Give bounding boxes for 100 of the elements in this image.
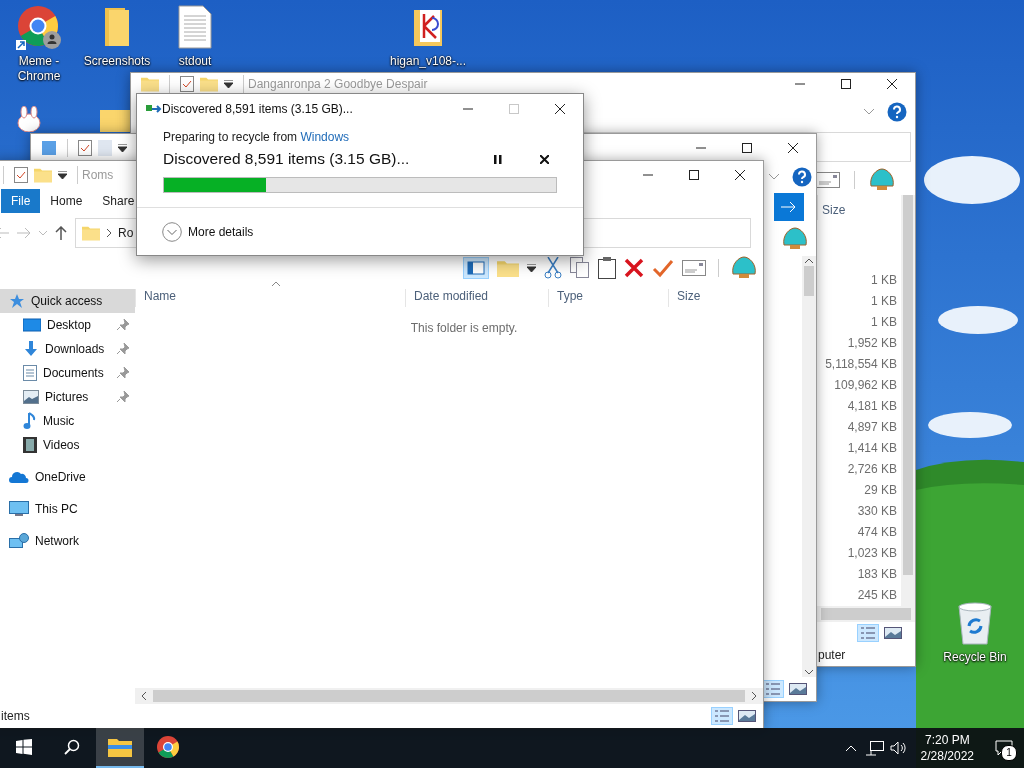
status-text: puter	[818, 648, 846, 662]
caret-icon[interactable]	[224, 80, 233, 88]
pause-icon	[494, 154, 502, 164]
large-icons-view-icon[interactable]	[788, 681, 808, 697]
vertical-scrollbar[interactable]	[802, 256, 816, 677]
nav-label: Videos	[43, 438, 81, 452]
more-details-button[interactable]: More details	[162, 221, 254, 242]
shell-icon[interactable]	[782, 227, 808, 251]
nav-label: Music	[43, 414, 76, 428]
delete-x-icon[interactable]	[624, 258, 644, 278]
size-cell-text: 474 KB	[857, 524, 898, 541]
dropdown-caret-icon[interactable]	[527, 264, 536, 272]
maximize-icon	[689, 170, 699, 180]
network-icon	[865, 740, 884, 756]
size-cell-text: 1,414 KB	[847, 440, 898, 457]
up-arrow-icon[interactable]	[55, 226, 67, 240]
clipboard-icon[interactable]	[598, 257, 616, 279]
folder-icon	[141, 76, 159, 92]
preview-pane-icon[interactable]	[463, 257, 489, 279]
scissors-icon[interactable]	[544, 257, 562, 279]
chrome-shortcut-icon[interactable]	[16, 4, 62, 50]
taskbar-app-button[interactable]	[96, 728, 144, 768]
vertical-scrollbar[interactable]	[901, 195, 915, 606]
pin-icon[interactable]	[117, 391, 129, 403]
chrome-icon	[156, 735, 180, 759]
chevron-down-icon[interactable]	[768, 173, 780, 181]
ribbon-tab[interactable]: Home	[40, 189, 93, 213]
horizontal-scrollbar[interactable]	[817, 606, 915, 622]
column-header[interactable]: Size	[668, 289, 754, 307]
document-check-icon[interactable]	[78, 140, 92, 156]
help-icon[interactable]	[792, 167, 812, 187]
chevron-down-icon[interactable]	[863, 108, 875, 116]
help-icon[interactable]	[887, 102, 907, 122]
document-check-icon[interactable]	[14, 167, 28, 183]
nav-label: Pictures	[45, 390, 90, 404]
clock[interactable]: 7:20 PM 2/28/2022	[910, 732, 984, 764]
details-view-icon[interactable]	[762, 680, 784, 698]
shell-icon[interactable]	[731, 256, 757, 280]
column-header[interactable]: Date modified	[405, 289, 548, 307]
expand-chevron-icon	[162, 221, 182, 242]
desktop-icon-label[interactable]: Meme - Chrome	[0, 54, 78, 84]
large-icons-view-icon[interactable]	[883, 625, 903, 641]
column-header[interactable]: Name	[135, 289, 405, 307]
source-link[interactable]: Windows	[300, 130, 350, 144]
scroll-down-icon[interactable]	[804, 667, 814, 677]
copy-icon[interactable]	[570, 257, 590, 279]
caret-up-icon	[844, 744, 857, 752]
nav-item[interactable]: Downloads	[0, 337, 135, 361]
size-cell-text: 2,726 KB	[847, 461, 898, 478]
recycle-bin-icon[interactable]	[955, 600, 995, 646]
scroll-up-icon[interactable]	[804, 256, 814, 266]
text-document-icon[interactable]	[177, 4, 213, 50]
document-icon	[23, 365, 37, 381]
desktop-icon-label[interactable]: stdout	[156, 54, 234, 69]
desktop-icon-label[interactable]: higan_v108-...	[389, 54, 467, 69]
nav-item[interactable]: Videos	[0, 433, 135, 457]
size-cell-text: 330 KB	[857, 503, 898, 520]
size-cell-text: 4,897 KB	[847, 419, 898, 436]
cloud-icon	[9, 471, 29, 483]
large-icons-view-icon[interactable]	[737, 708, 757, 724]
shell-icon[interactable]	[869, 168, 895, 192]
progress-heading: Discovered 8,591 items (3.15 GB)...	[163, 150, 411, 168]
go-button[interactable]	[774, 193, 804, 221]
caret-icon[interactable]	[118, 144, 127, 152]
arrow-right-icon	[781, 201, 797, 213]
envelope-icon[interactable]	[816, 172, 840, 188]
size-cell-text: 29 KB	[864, 482, 898, 499]
maximize-icon	[841, 79, 851, 89]
pin-icon[interactable]	[117, 319, 129, 331]
scroll-right-icon[interactable]	[749, 691, 759, 701]
nav-label: Quick access	[31, 294, 104, 308]
download-arrow-icon	[23, 341, 39, 357]
nav-item[interactable]: This PC	[0, 497, 135, 521]
column-header[interactable]: Type	[548, 289, 668, 307]
nav-item[interactable]: Documents	[0, 361, 135, 385]
caret-icon[interactable]	[58, 171, 67, 179]
nav-item[interactable]: Music	[0, 409, 135, 433]
scroll-left-icon[interactable]	[139, 691, 149, 701]
nav-item[interactable]: Network	[0, 529, 135, 553]
desktop-icon-label[interactable]: Screenshots	[78, 54, 156, 69]
computer-icon	[9, 501, 29, 517]
pin-icon[interactable]	[117, 343, 129, 355]
pin-icon[interactable]	[117, 367, 129, 379]
file-menu-button[interactable]: File	[1, 189, 41, 213]
close-icon	[788, 143, 798, 153]
close-icon	[555, 104, 565, 114]
notifications-button[interactable]: 1	[984, 728, 1024, 768]
document-check-icon[interactable]	[180, 76, 194, 92]
horizontal-scrollbar[interactable]	[135, 688, 763, 704]
bunny-shortcut-icon[interactable]	[16, 106, 42, 132]
nav-item[interactable]: Desktop	[0, 313, 135, 337]
nav-item[interactable]: OneDrive	[0, 465, 135, 489]
windows-logo-icon	[16, 739, 32, 755]
checkmark-icon[interactable]	[652, 258, 674, 278]
nav-item[interactable]: Pictures	[0, 385, 135, 409]
nav-item[interactable]: Quick access	[0, 289, 135, 313]
envelope-icon[interactable]	[682, 260, 706, 276]
scroll-thumb[interactable]	[903, 195, 913, 575]
scroll-thumb[interactable]	[804, 266, 814, 296]
empty-folder-message: This folder is empty.	[409, 321, 518, 335]
